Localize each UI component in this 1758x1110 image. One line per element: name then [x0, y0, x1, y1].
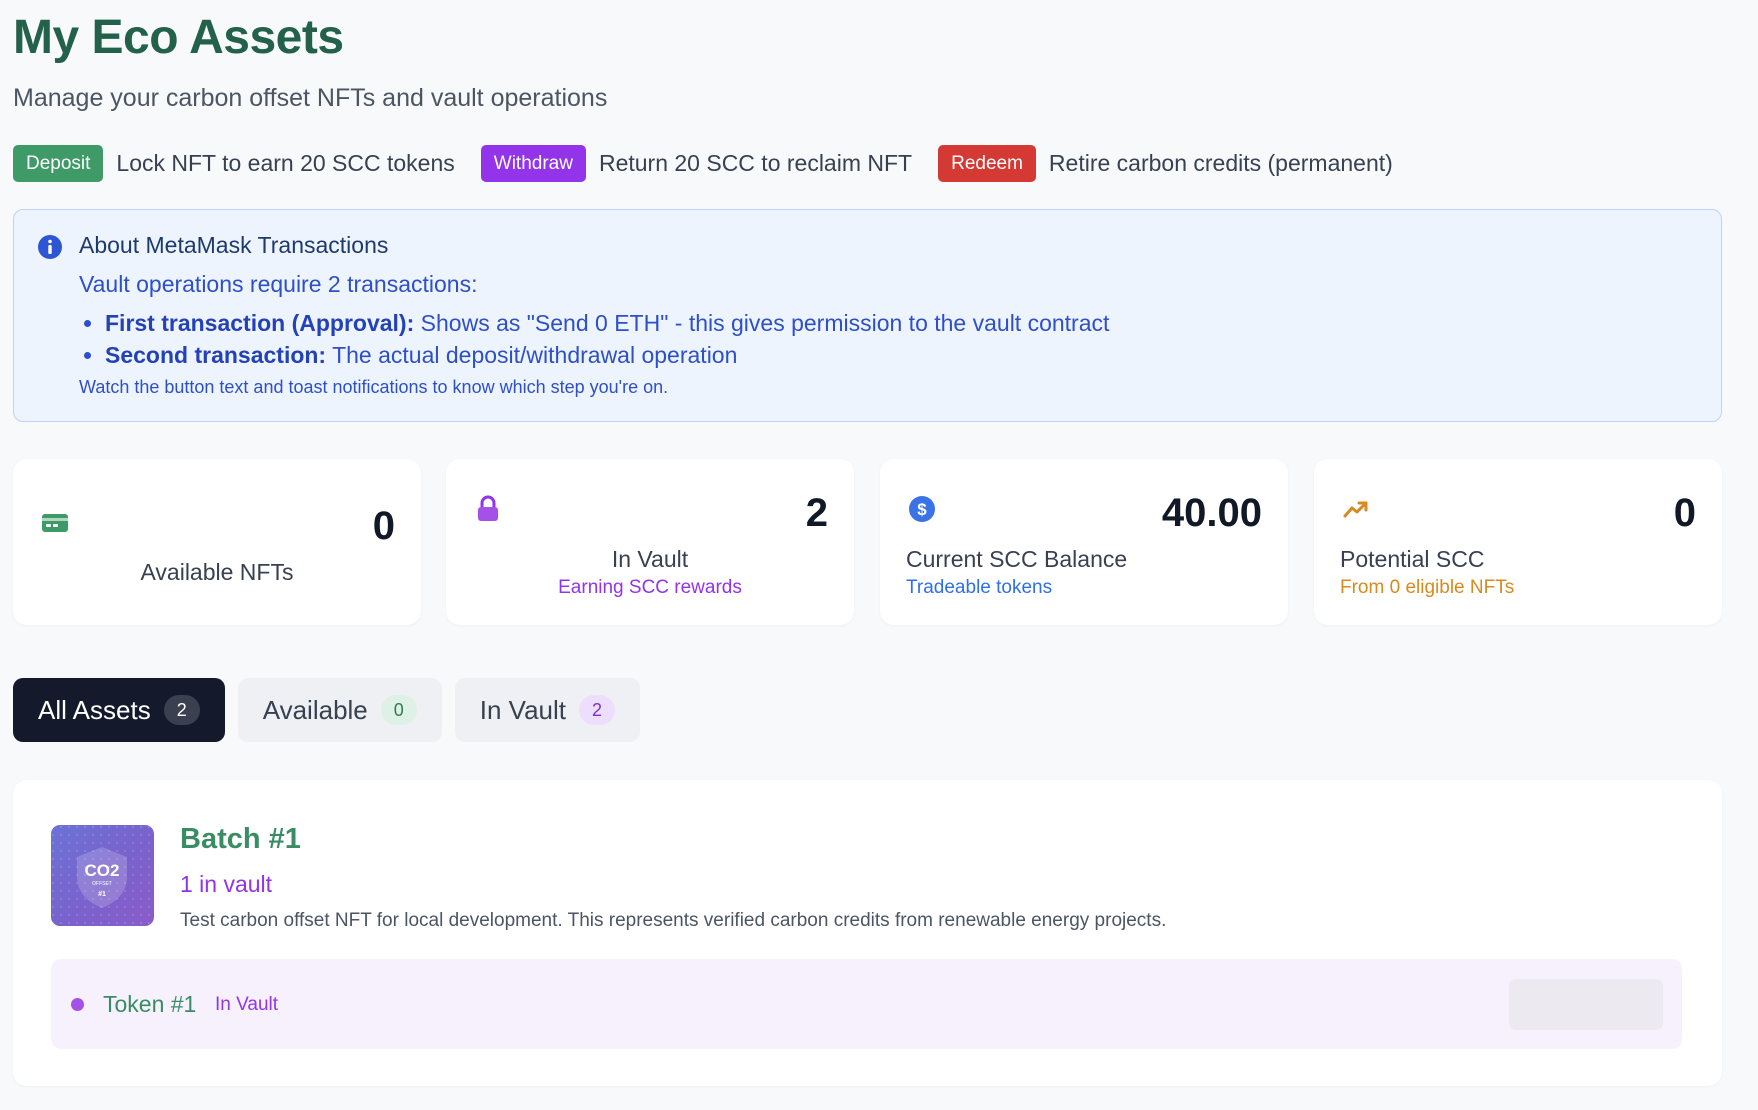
info-note: Watch the button text and toast notifica…: [79, 377, 669, 397]
stat-card-potential-scc: 0 Potential SCC From 0 eligible NFTs: [1314, 459, 1722, 625]
tab-all-assets[interactable]: All Assets 2: [13, 678, 225, 742]
deposit-description: Lock NFT to earn 20 SCC tokens: [116, 150, 455, 176]
token-action-button[interactable]: [1509, 979, 1663, 1030]
info-item-strong: First transaction (Approval):: [105, 310, 415, 336]
stat-sublabel: Tradeable tokens: [906, 577, 1053, 598]
stat-card-available-nfts: 0 Available NFTs: [13, 459, 421, 625]
info-list-item: First transaction (Approval): Shows as "…: [79, 307, 1109, 339]
token-status: In Vault: [215, 994, 279, 1015]
stat-value: 2: [805, 491, 828, 535]
status-dot: [71, 998, 84, 1011]
credit-card-icon: [42, 514, 68, 532]
tab-in-vault[interactable]: In Vault 2: [454, 678, 641, 742]
action-legend: Deposit Lock NFT to earn 20 SCC tokens W…: [13, 145, 1419, 182]
page-title: My Eco Assets: [13, 11, 344, 64]
stat-value: 40.00: [1161, 491, 1262, 535]
tab-label: In Vault: [479, 694, 567, 725]
batch-title: Batch #1: [180, 823, 301, 855]
info-icon: [38, 235, 62, 259]
info-item-text: The actual deposit/withdrawal operation: [326, 342, 738, 368]
info-title: About MetaMask Transactions: [79, 232, 389, 258]
batch-vault-count: 1 in vault: [180, 871, 273, 897]
asset-filter-tabs: All Assets 2 Available 0 In Vault 2: [13, 678, 653, 742]
withdraw-badge: Withdraw: [480, 145, 586, 182]
trending-up-icon: [1343, 501, 1368, 518]
tab-count-badge: 0: [380, 695, 417, 725]
dollar-circle-icon: $: [909, 496, 935, 522]
info-list-item: Second transaction: The actual deposit/w…: [79, 339, 1109, 371]
tab-label: Available: [262, 694, 368, 725]
page-subtitle: Manage your carbon offset NFTs and vault…: [13, 84, 608, 112]
info-item-text: Shows as "Send 0 ETH" - this gives permi…: [414, 310, 1110, 336]
metamask-info-box: About MetaMask Transactions Vault operat…: [13, 209, 1722, 422]
token-name: Token #1: [103, 991, 197, 1017]
stat-label: Available NFTs: [140, 559, 294, 585]
info-lead: Vault operations require 2 transactions:: [79, 271, 478, 297]
tab-available[interactable]: Available 0: [237, 678, 442, 742]
info-item-strong: Second transaction:: [105, 342, 327, 368]
batch-thumbnail[interactable]: CO2 OFFSET #1: [51, 825, 154, 926]
thumbnail-label: CO2: [85, 861, 120, 880]
lock-icon: [478, 495, 498, 521]
stat-sublabel: Earning SCC rewards: [558, 577, 742, 598]
batch-description: Test carbon offset NFT for local develop…: [180, 910, 1167, 931]
svg-text:$: $: [917, 500, 927, 519]
stat-label: Potential SCC: [1340, 546, 1485, 572]
tab-count-badge: 2: [163, 695, 200, 725]
redeem-badge: Redeem: [938, 145, 1036, 182]
batch-card: CO2 OFFSET #1 Batch #1 1 in vault Test c…: [13, 780, 1722, 1086]
tab-label: All Assets: [38, 694, 151, 725]
deposit-badge: Deposit: [13, 145, 104, 182]
withdraw-description: Return 20 SCC to reclaim NFT: [598, 150, 913, 176]
stat-card-in-vault: 2 In Vault Earning SCC rewards: [446, 459, 854, 625]
token-row: Token #1 In Vault: [51, 959, 1682, 1049]
stat-sublabel: From 0 eligible NFTs: [1340, 577, 1515, 598]
tab-count-badge: 2: [579, 695, 616, 725]
info-list: First transaction (Approval): Shows as "…: [79, 307, 1109, 371]
stat-value: 0: [1673, 491, 1696, 535]
thumbnail-sublabel: OFFSET: [92, 881, 112, 887]
redeem-description: Retire carbon credits (permanent): [1048, 150, 1393, 176]
stat-label: In Vault: [611, 546, 689, 572]
stat-label: Current SCC Balance: [906, 546, 1128, 572]
co2-badge-icon: CO2 OFFSET #1: [51, 825, 154, 926]
stat-value: 0: [372, 504, 395, 548]
stat-card-scc-balance: $ 40.00 Current SCC Balance Tradeable to…: [880, 459, 1288, 625]
thumbnail-number: #1: [98, 891, 106, 898]
